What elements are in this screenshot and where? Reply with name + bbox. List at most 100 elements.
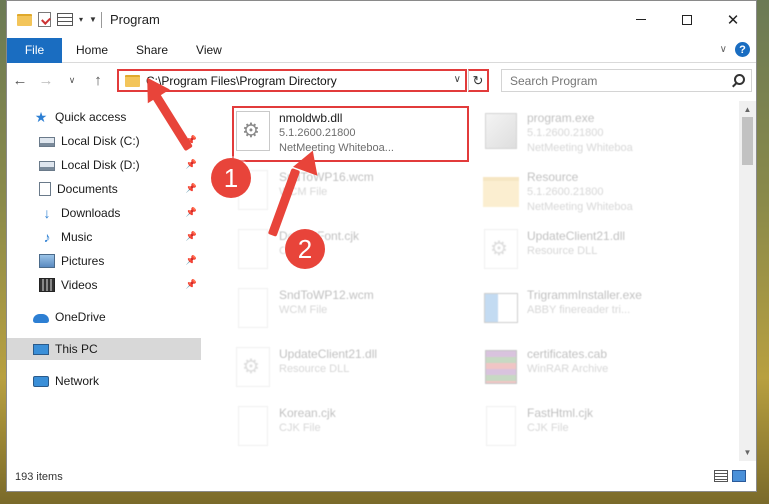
network-icon (33, 375, 49, 387)
sidebar-item-label: Music (61, 230, 93, 244)
file-item-program-exe[interactable]: program.exe 5.1.2600.21800 NetMeeting Wh… (481, 108, 721, 160)
dll-gear-icon (481, 226, 521, 272)
exe-icon (481, 108, 521, 154)
status-bar: 193 items (7, 467, 756, 487)
tiles-view-icon[interactable] (732, 470, 746, 482)
file-type: Resource DLL (279, 363, 350, 375)
sidebar-item-local-disk-c[interactable]: Local Disk (C:) 📌 (7, 130, 201, 152)
file-version: 5.1.2600.21800 (527, 186, 604, 198)
disk-icon (39, 161, 55, 171)
file-version: 5.1.2600.21800 (527, 127, 604, 139)
pin-icon[interactable]: 📌 (186, 255, 197, 266)
disk-icon (39, 137, 55, 147)
refresh-icon: ↻ (472, 72, 484, 88)
view-options-icon[interactable] (57, 13, 73, 26)
tab-home[interactable]: Home (62, 43, 122, 57)
file-item[interactable]: TrigrammInstaller.exe ABBY finereader tr… (481, 285, 721, 337)
minimize-button[interactable] (618, 1, 664, 38)
scrollbar-thumb[interactable] (742, 117, 753, 165)
sidebar-item-this-pc[interactable]: This PC (7, 338, 201, 360)
file-name: UpdateClient21.dll (279, 347, 378, 361)
sidebar-item-downloads[interactable]: ↓ Downloads 📌 (7, 202, 201, 224)
file-name: Korean.cjk (279, 406, 336, 420)
blank-file-icon (481, 403, 521, 449)
navigation-pane: ★ Quick access Local Disk (C:) 📌 Local D… (7, 101, 201, 461)
search-input[interactable] (510, 73, 710, 88)
pin-icon[interactable]: 📌 (186, 159, 197, 170)
dll-gear-icon (233, 344, 273, 390)
file-type: CJK File (527, 422, 569, 434)
title-bar: ▾ ▼ Program ✕ (7, 1, 756, 38)
sidebar-item-label: Downloads (61, 206, 121, 220)
window-title: Program (109, 12, 160, 27)
folder-icon (481, 167, 521, 213)
file-name: FastHtml.cjk (527, 406, 593, 420)
file-item[interactable]: FastHtml.cjk CJK File (481, 403, 721, 455)
file-name: certificates.cab (527, 347, 608, 361)
window-controls: ✕ (618, 1, 756, 38)
this-pc-icon (33, 343, 49, 355)
maximize-button[interactable] (664, 1, 710, 38)
blank-file-icon (233, 403, 273, 449)
minimize-icon (636, 19, 646, 20)
file-explorer-window: ▾ ▼ Program ✕ File Home Share View ∨ ? ←… (6, 0, 757, 492)
step-1-badge: 1 (211, 158, 251, 198)
refresh-button[interactable]: ↻ (468, 69, 489, 92)
properties-icon[interactable] (38, 12, 51, 27)
file-item[interactable]: Resource 5.1.2600.21800 NetMeeting White… (481, 167, 721, 219)
file-description: NetMeeting Whiteboa (527, 142, 633, 154)
file-type: WCM File (279, 304, 328, 316)
tab-view[interactable]: View (182, 43, 236, 57)
file-item[interactable]: UpdateClient21.dll Resource DLL (481, 226, 721, 278)
up-button[interactable]: ↑ (85, 72, 111, 89)
file-item[interactable]: certificates.cab WinRAR Archive (481, 344, 721, 396)
music-icon: ♪ (43, 229, 51, 245)
folder-icon[interactable] (17, 13, 32, 26)
file-description: NetMeeting Whiteboa (527, 201, 633, 213)
pin-icon[interactable]: 📌 (186, 279, 197, 290)
chevron-down-icon[interactable]: ▾ (79, 15, 83, 24)
file-name: Resource (527, 170, 579, 184)
file-item[interactable]: SndToWP12.wcm WCM File (233, 285, 473, 337)
vertical-scrollbar[interactable]: ▲ ▼ (739, 101, 756, 461)
sidebar-item-documents[interactable]: Documents 📌 (7, 178, 201, 200)
sidebar-item-music[interactable]: ♪ Music 📌 (7, 226, 201, 248)
search-box[interactable] (501, 69, 752, 92)
tab-file[interactable]: File (7, 37, 62, 63)
sidebar-item-label: Local Disk (C:) (61, 134, 140, 148)
help-icon[interactable]: ? (735, 42, 750, 57)
sidebar-item-videos[interactable]: Videos 📌 (7, 274, 201, 296)
file-name: TrigrammInstaller.exe (527, 288, 642, 302)
expand-ribbon-icon[interactable]: ∨ (720, 44, 727, 55)
sidebar-item-network[interactable]: Network (7, 370, 201, 392)
customize-toolbar-icon[interactable]: ▼ (89, 15, 97, 24)
forward-button[interactable]: → (33, 72, 59, 89)
back-button[interactable]: ← (7, 72, 33, 89)
pin-icon[interactable]: 📌 (186, 231, 197, 242)
file-item[interactable]: SndToWP16.wcm WCM File (233, 167, 473, 219)
winrar-icon (481, 344, 521, 390)
sidebar-item-label: Quick access (55, 110, 127, 124)
close-button[interactable]: ✕ (710, 1, 756, 38)
pin-icon[interactable]: 📌 (186, 207, 197, 218)
sidebar-item-label: Documents (57, 182, 118, 196)
scroll-down-icon[interactable]: ▼ (739, 444, 756, 461)
pin-icon[interactable]: 📌 (186, 183, 197, 194)
tab-share[interactable]: Share (122, 43, 182, 57)
ribbon-tabs: File Home Share View ∨ ? (7, 37, 756, 63)
sidebar-item-pictures[interactable]: Pictures 📌 (7, 250, 201, 272)
sidebar-item-onedrive[interactable]: OneDrive (7, 306, 201, 328)
file-type: WinRAR Archive (527, 363, 609, 375)
details-view-icon[interactable] (714, 470, 728, 482)
sidebar-item-local-disk-d[interactable]: Local Disk (D:) 📌 (7, 154, 201, 176)
recent-locations-button[interactable]: ∨ (59, 75, 85, 86)
search-icon[interactable] (734, 74, 745, 85)
file-item[interactable]: Korean.cjk CJK File (233, 403, 473, 455)
pictures-icon (39, 254, 55, 268)
scroll-up-icon[interactable]: ▲ (739, 101, 756, 118)
ribbon-right-controls: ∨ ? (720, 42, 750, 57)
chevron-down-icon[interactable]: ∨ (454, 74, 461, 85)
file-item[interactable]: UpdateClient21.dll Resource DLL (233, 344, 473, 396)
documents-icon (39, 182, 51, 196)
sidebar-item-label: Pictures (61, 254, 105, 268)
